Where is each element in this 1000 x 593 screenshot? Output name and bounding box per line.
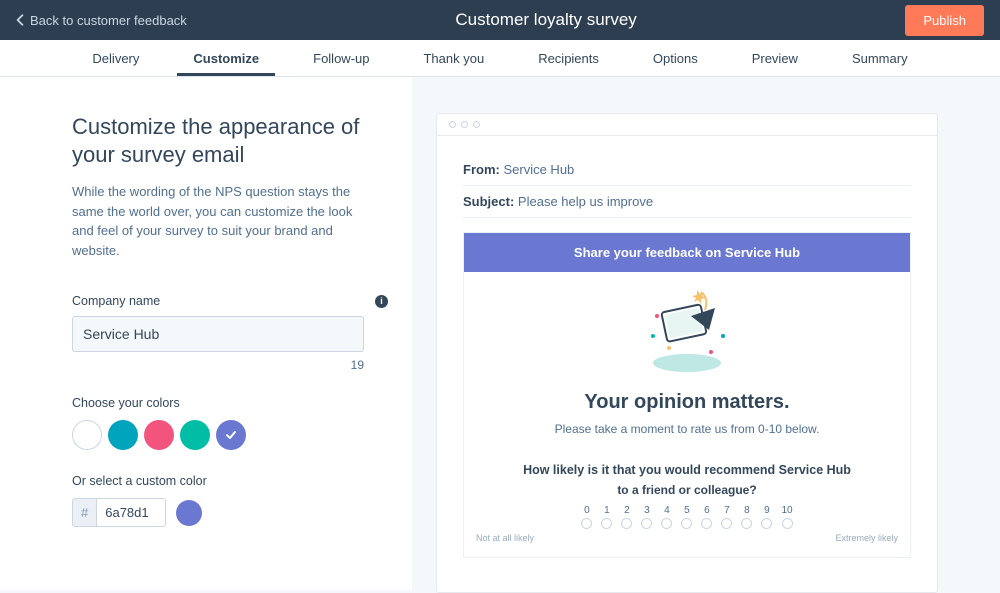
preview-browser: From: Service Hub Subject: Please help u…	[436, 113, 938, 593]
nps-anchors: Not at all likely Extremely likely	[464, 529, 910, 557]
scale-num: 1	[604, 505, 610, 516]
hex-input[interactable]	[96, 498, 166, 527]
company-name-counter: 19	[72, 358, 364, 372]
custom-color-label: Or select a custom color	[72, 474, 388, 488]
color-swatch-white[interactable]	[72, 420, 102, 450]
nps-radio-8[interactable]	[741, 518, 752, 529]
tab-thank-you[interactable]: Thank you	[421, 41, 486, 75]
email-subtext: Please take a moment to rate us from 0-1…	[464, 422, 910, 436]
nps-radio-9[interactable]	[761, 518, 772, 529]
subject-label: Subject:	[463, 194, 514, 209]
nps-radio-3[interactable]	[641, 518, 652, 529]
info-icon[interactable]: i	[375, 295, 388, 308]
page-title: Customer loyalty survey	[187, 10, 906, 30]
colors-label: Choose your colors	[72, 396, 388, 410]
from-value: Service Hub	[503, 162, 574, 177]
custom-color-row: #	[72, 498, 388, 527]
customize-panel: Customize the appearance of your survey …	[0, 77, 412, 590]
back-link[interactable]: Back to customer feedback	[16, 13, 187, 28]
color-swatch-pink[interactable]	[144, 420, 174, 450]
tab-options[interactable]: Options	[651, 41, 700, 75]
scale-num: 4	[664, 505, 670, 516]
nps-scale: 0 1 2 3 4 5 6 7 8 9 10	[464, 505, 910, 529]
scale-num: 2	[624, 505, 630, 516]
wizard-tabs: Delivery Customize Follow-up Thank you R…	[0, 40, 1000, 77]
tab-follow-up[interactable]: Follow-up	[311, 41, 371, 75]
tab-summary[interactable]: Summary	[850, 41, 910, 75]
scale-num: 5	[684, 505, 690, 516]
check-icon	[216, 420, 246, 450]
nps-radio-4[interactable]	[661, 518, 672, 529]
chevron-left-icon	[16, 14, 24, 26]
company-name-text: Company name	[72, 294, 160, 308]
nps-radio-6[interactable]	[701, 518, 712, 529]
anchor-high: Extremely likely	[835, 533, 898, 543]
color-swatch-green[interactable]	[180, 420, 210, 450]
scale-num: 0	[584, 505, 590, 516]
email-preview: From: Service Hub Subject: Please help u…	[437, 136, 937, 558]
scale-num: 9	[764, 505, 770, 516]
tab-preview[interactable]: Preview	[750, 41, 800, 75]
nps-radio-1[interactable]	[601, 518, 612, 529]
scale-num: 10	[781, 505, 792, 516]
nps-radio-10[interactable]	[782, 518, 793, 529]
hex-prefix: #	[72, 498, 96, 527]
email-headline: Your opinion matters.	[464, 391, 910, 414]
scale-num: 6	[704, 505, 710, 516]
back-link-label: Back to customer feedback	[30, 13, 187, 28]
hex-preview-swatch[interactable]	[176, 500, 202, 526]
traffic-light-icon	[473, 121, 480, 128]
panel-title: Customize the appearance of your survey …	[72, 113, 388, 168]
traffic-light-icon	[461, 121, 468, 128]
nps-question-line2: to a friend or colleague?	[464, 483, 910, 497]
email-subject-line: Subject: Please help us improve	[463, 186, 911, 218]
nps-radio-2[interactable]	[621, 518, 632, 529]
custom-color-text: Or select a custom color	[72, 474, 207, 488]
panel-description: While the wording of the NPS question st…	[72, 182, 372, 260]
nps-radio-0[interactable]	[581, 518, 592, 529]
browser-chrome-dots	[437, 114, 937, 136]
traffic-light-icon	[449, 121, 456, 128]
top-bar: Back to customer feedback Customer loyal…	[0, 0, 1000, 40]
main: Customize the appearance of your survey …	[0, 77, 1000, 590]
email-banner: Share your feedback on Service Hub	[464, 233, 910, 272]
email-from-line: From: Service Hub	[463, 154, 911, 186]
anchor-low: Not at all likely	[476, 533, 534, 543]
colors-label-text: Choose your colors	[72, 396, 180, 410]
company-name-label: Company name i	[72, 294, 388, 308]
email-card: Share your feedback on Service Hub	[463, 232, 911, 558]
color-swatch-teal[interactable]	[108, 420, 138, 450]
from-label: From:	[463, 162, 500, 177]
feedback-illustration-icon	[627, 286, 747, 376]
subject-value: Please help us improve	[518, 194, 653, 209]
scale-num: 7	[724, 505, 730, 516]
nps-radio-7[interactable]	[721, 518, 732, 529]
nps-radio-5[interactable]	[681, 518, 692, 529]
tab-customize[interactable]: Customize	[191, 41, 261, 75]
preview-panel: From: Service Hub Subject: Please help u…	[412, 77, 1000, 590]
tab-delivery[interactable]: Delivery	[90, 41, 141, 75]
nps-question-line1: How likely is it that you would recommen…	[464, 460, 910, 481]
company-name-input[interactable]	[72, 316, 364, 352]
scale-num: 3	[644, 505, 650, 516]
scale-num: 8	[744, 505, 750, 516]
color-swatch-purple[interactable]	[216, 420, 246, 450]
publish-button[interactable]: Publish	[905, 5, 984, 36]
color-swatches	[72, 420, 388, 450]
tab-recipients[interactable]: Recipients	[536, 41, 601, 75]
